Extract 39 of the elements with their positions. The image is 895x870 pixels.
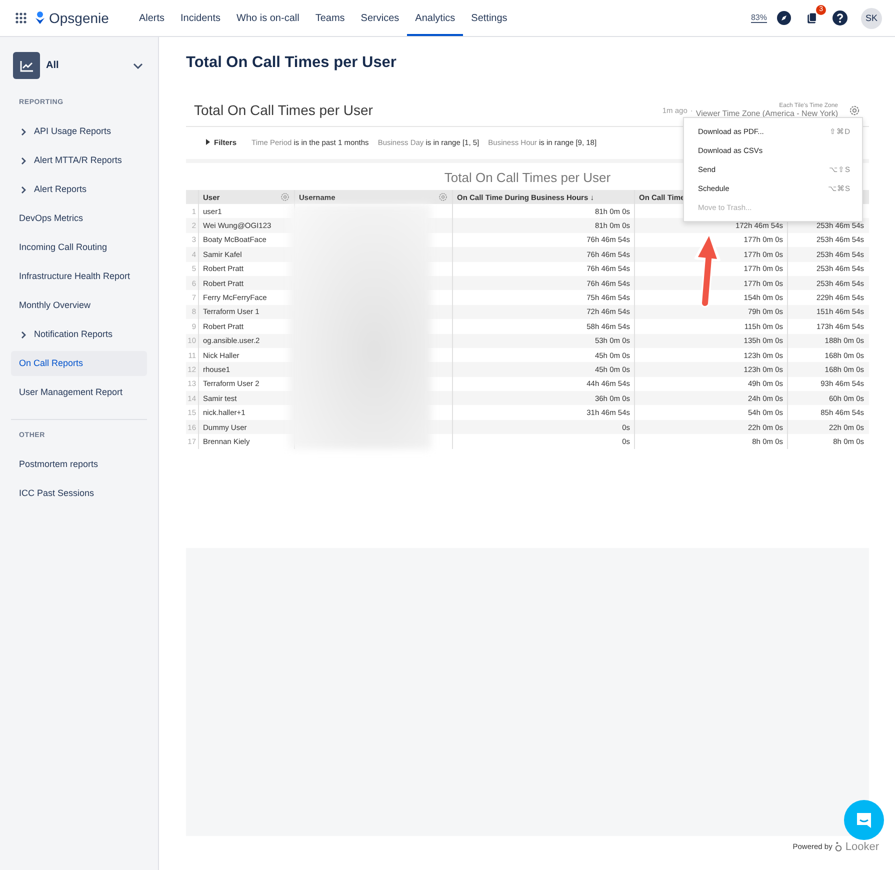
chart-icon [13, 52, 40, 79]
sidebar-item[interactable]: Postmortem reports [11, 452, 147, 477]
zoom-level[interactable]: 83% [750, 13, 767, 23]
nav-tab[interactable]: Alerts [130, 0, 172, 36]
sidebar-item[interactable]: ICC Past Sessions [11, 481, 147, 506]
nav-tab[interactable]: Teams [307, 0, 353, 36]
nav-tab[interactable]: Who is on-call [228, 0, 308, 36]
caret-right-icon[interactable] [206, 139, 210, 145]
timezone-select[interactable]: Viewer Time Zone (America - New York) [696, 108, 838, 118]
sidebar-item[interactable]: Infrastructure Health Report [11, 264, 147, 289]
sidebar-item[interactable]: Incoming Call Routing [11, 235, 147, 260]
sidebar-item[interactable]: Notification Reports [11, 322, 147, 347]
sidebar-item[interactable]: On Call Reports [11, 351, 147, 376]
sidebar-item[interactable]: Monthly Overview [11, 293, 147, 318]
chat-icon [854, 810, 874, 830]
help-icon[interactable] [832, 10, 848, 26]
product-name[interactable]: Opsgenie [49, 10, 109, 26]
compass-icon[interactable] [776, 10, 792, 26]
sidebar-item[interactable]: DevOps Metrics [11, 206, 147, 231]
nav-tab[interactable]: Analytics [407, 0, 464, 36]
logo-icon [35, 11, 45, 25]
nav-tab[interactable]: Incidents [172, 0, 229, 36]
settings-icon[interactable] [848, 104, 861, 116]
chart-title: Total On Call Times per User [444, 170, 611, 185]
sidebar-item[interactable]: User Management Report [11, 380, 147, 405]
chevron-down-icon[interactable] [133, 62, 143, 68]
logo-icon [835, 841, 842, 852]
app-switcher-icon[interactable] [15, 12, 27, 24]
sidebar-item[interactable]: Alert Reports [11, 177, 147, 202]
scope-label[interactable]: All [46, 60, 59, 71]
tile-title: Total On Call Times per User [194, 102, 374, 118]
brand-name: Looker [845, 840, 879, 853]
page-title: Total On Call Times per User [186, 54, 398, 72]
user-avatar[interactable]: SK [861, 8, 882, 28]
nav-tab[interactable]: Settings [463, 0, 516, 36]
sidebar-item[interactable]: API Usage Reports [11, 119, 147, 144]
sidebar-item[interactable]: Alert MTTA/R Reports [11, 148, 147, 173]
nav-tab[interactable]: Services [352, 0, 408, 36]
notification-icon[interactable] [805, 11, 819, 25]
